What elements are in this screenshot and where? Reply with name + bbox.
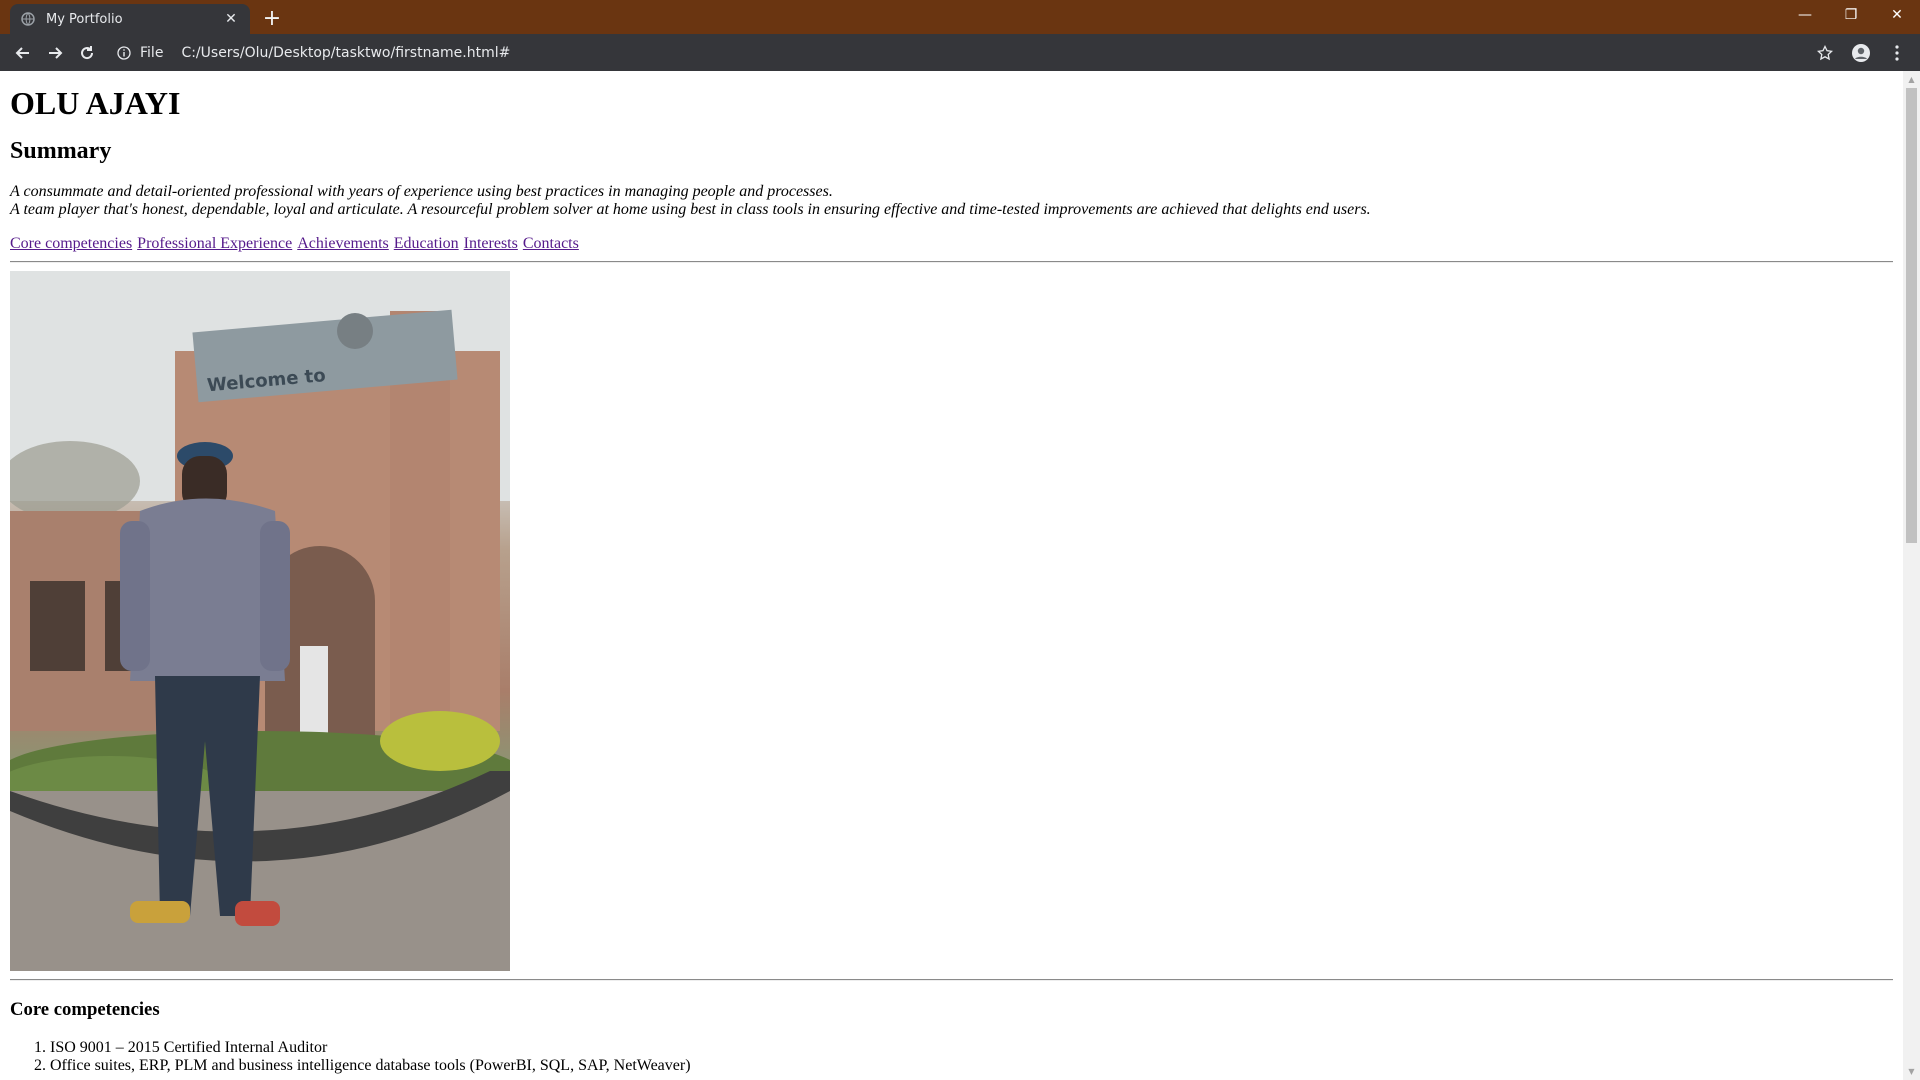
- menu-icon[interactable]: [1882, 38, 1912, 68]
- vertical-scrollbar[interactable]: ▲ ▼: [1903, 71, 1920, 1080]
- close-icon[interactable]: ✕: [222, 10, 240, 28]
- star-icon[interactable]: [1810, 38, 1840, 68]
- nav-link-education[interactable]: Education: [394, 235, 459, 252]
- summary-heading: Summary: [10, 138, 112, 164]
- globe-icon: [20, 11, 36, 27]
- reload-icon[interactable]: [72, 38, 102, 68]
- scroll-up-arrow[interactable]: ▲: [1903, 71, 1920, 88]
- divider: [10, 979, 1893, 981]
- scrollbar-thumb[interactable]: [1906, 88, 1917, 543]
- nav-link-interests[interactable]: Interests: [464, 235, 518, 252]
- nav-link-contacts[interactable]: Contacts: [523, 235, 579, 252]
- restore-icon[interactable]: ❐: [1828, 0, 1874, 30]
- forward-icon[interactable]: [40, 38, 70, 68]
- summary-line-2: A team player that's honest, dependable,…: [10, 201, 1371, 218]
- back-icon[interactable]: [8, 38, 38, 68]
- tab-strip: My Portfolio ✕ + — ❐ ✕: [0, 0, 1920, 34]
- plus-icon[interactable]: +: [258, 4, 286, 32]
- nav-link-core-competencies[interactable]: Core competencies: [10, 235, 132, 252]
- scroll-down-arrow[interactable]: ▼: [1903, 1063, 1920, 1080]
- summary-text: A consummate and detail-oriented profess…: [10, 183, 1893, 219]
- core-competencies-list: ISO 9001 – 2015 Certified Internal Audit…: [10, 1039, 1893, 1075]
- divider: [10, 261, 1893, 263]
- summary-line-1: A consummate and detail-oriented profess…: [10, 183, 833, 200]
- portfolio-page: OLU AJAYI Summary A consummate and detai…: [0, 71, 1903, 1080]
- address-bar[interactable]: File C:/Users/Olu/Desktop/tasktwo/firstn…: [114, 38, 1804, 68]
- core-competencies-heading: Core competencies: [10, 999, 160, 1020]
- page-title: OLU AJAYI: [10, 85, 181, 121]
- browser-toolbar: File C:/Users/Olu/Desktop/tasktwo/firstn…: [0, 34, 1920, 71]
- nav-link-achievements[interactable]: Achievements: [297, 235, 389, 252]
- nav-link-professional-experience[interactable]: Professional Experience: [137, 235, 292, 252]
- profile-photo: Welcome to: [10, 271, 510, 971]
- page-viewport: OLU AJAYI Summary A consummate and detai…: [0, 71, 1920, 1080]
- scheme-label: File: [140, 44, 164, 61]
- window-controls: — ❐ ✕: [1782, 0, 1920, 30]
- minimize-icon[interactable]: —: [1782, 0, 1828, 30]
- list-item: ISO 9001 – 2015 Certified Internal Audit…: [50, 1039, 1893, 1057]
- info-icon[interactable]: [114, 43, 134, 63]
- section-nav: Core competencies Professional Experienc…: [10, 235, 1893, 253]
- window-close-icon[interactable]: ✕: [1874, 0, 1920, 30]
- url-text[interactable]: C:/Users/Olu/Desktop/tasktwo/firstname.h…: [181, 45, 1804, 61]
- list-item: Office suites, ERP, PLM and business int…: [50, 1057, 1893, 1075]
- tab-title: My Portfolio: [46, 11, 123, 27]
- browser-tab[interactable]: My Portfolio ✕: [10, 4, 250, 34]
- profile-icon[interactable]: [1846, 38, 1876, 68]
